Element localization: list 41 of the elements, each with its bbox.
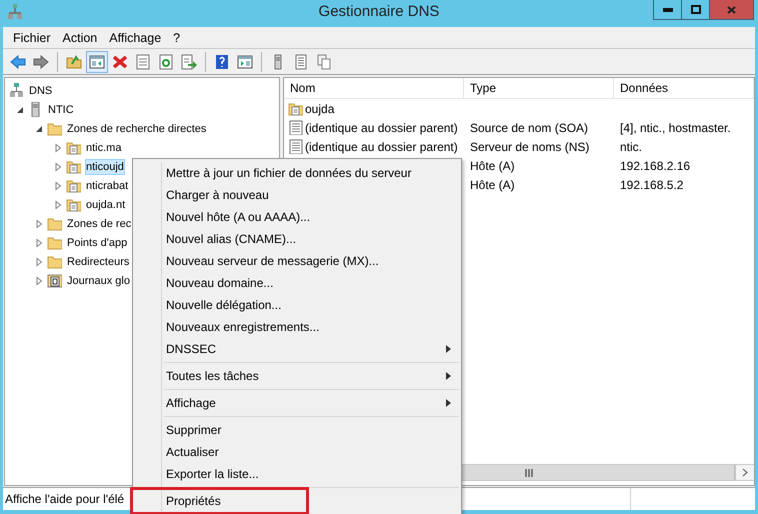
menu-item[interactable]: Nouveaux enregistrements...: [135, 316, 459, 338]
menu-item[interactable]: Nouvel hôte (A ou AAAA)...: [135, 206, 459, 228]
menu-item[interactable]: Toutes les tâches: [135, 365, 459, 387]
menu-item[interactable]: Supprimer: [135, 419, 459, 441]
tree-item[interactable]: Zones de recherche directes: [66, 120, 208, 136]
tree-item[interactable]: Points d'app: [66, 234, 128, 250]
table-cell-text: 192.168.5.2: [619, 178, 684, 192]
tree-item[interactable]: nticrabat: [85, 178, 130, 194]
table-cell-text: [4], ntic., hostmaster.: [619, 120, 732, 134]
tree-item[interactable]: Redirecteurs: [66, 254, 130, 270]
menu-item[interactable]: Nouvel alias (CNAME)...: [135, 228, 459, 250]
menu-item[interactable]: Nouvelle délégation...: [135, 294, 459, 316]
table-cell-text: Source de nom (SOA): [469, 120, 590, 134]
menu-item[interactable]: Fichier: [7, 28, 57, 46]
table-cell-text: (identique au dossier parent): [304, 140, 459, 154]
table-cell-text: Hôte (A): [469, 178, 516, 192]
table-cell-text: Hôte (A): [469, 158, 516, 172]
tree-item[interactable]: nticoujd: [85, 158, 125, 174]
table-cell-text: ntic.: [619, 140, 644, 154]
menu-item[interactable]: Actualiser: [135, 441, 459, 463]
menu-item[interactable]: Charger à nouveau: [135, 184, 459, 206]
menu-item[interactable]: Exporter la liste...: [135, 463, 459, 485]
tree-item[interactable]: DNS: [28, 82, 54, 98]
menu-item[interactable]: Nouveau domaine...: [135, 272, 459, 294]
menu-item[interactable]: Affichage: [103, 28, 168, 46]
menu-item[interactable]: Affichage: [135, 392, 459, 414]
table-cell-text: Serveur de noms (NS): [469, 140, 590, 154]
tree-item[interactable]: oujda.nt: [85, 196, 126, 212]
menu-item[interactable]: Nouveau serveur de messagerie (MX)...: [135, 250, 459, 272]
tree-item[interactable]: Zones de rec: [66, 216, 132, 232]
tree-item[interactable]: NTIC: [47, 102, 75, 118]
menu-item[interactable]: DNSSEC: [135, 338, 459, 360]
table-cell-text: (identique au dossier parent): [304, 120, 459, 134]
menu-item[interactable]: ?: [167, 28, 186, 46]
table-cell-text: oujda: [304, 102, 336, 116]
menu-item[interactable]: Mettre à jour un fichier de données du serveur: [135, 162, 459, 184]
tree-item[interactable]: Journaux glo: [66, 272, 131, 288]
table-cell-text: 192.168.2.16: [619, 158, 692, 172]
window-title: Gestionnaire DNS: [318, 3, 440, 20]
menu-item[interactable]: Action: [56, 28, 104, 46]
tree-item[interactable]: ntic.ma: [85, 140, 122, 156]
